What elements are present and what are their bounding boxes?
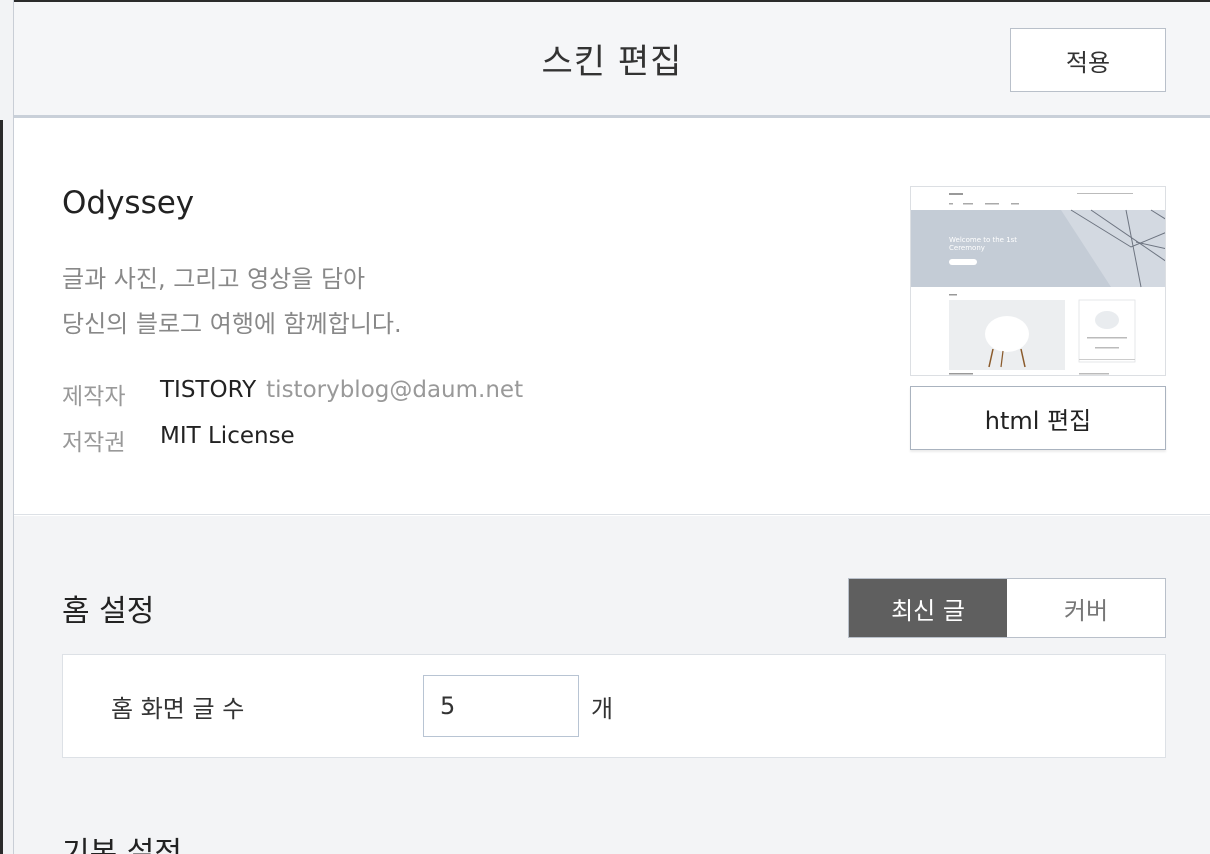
- left-divider: [0, 120, 3, 854]
- post-count-unit: 개: [591, 695, 614, 723]
- toggle-option-latest-posts[interactable]: 최신 글: [849, 579, 1007, 637]
- settings-section: 홈 설정 최신 글 커버 홈 화면 글 수 개 기본 설정: [14, 516, 1210, 854]
- skin-name: Odyssey: [62, 185, 195, 221]
- license-row: 저작권 MIT License: [62, 423, 295, 457]
- license-value: MIT License: [160, 423, 295, 449]
- author-name: TISTORY: [160, 377, 257, 403]
- author-row: 제작자 TISTORY tistoryblog@daum.net: [62, 377, 523, 411]
- apply-button[interactable]: 적용: [1010, 28, 1166, 92]
- home-type-toggle: 최신 글 커버: [848, 578, 1166, 638]
- home-settings-title: 홈 설정: [62, 594, 155, 629]
- skin-description: 글과 사진, 그리고 영상을 담아 당신의 블로그 여행에 함께합니다.: [62, 257, 402, 347]
- toggle-option-cover[interactable]: 커버: [1007, 579, 1165, 637]
- post-count-setting: 홈 화면 글 수 개: [62, 654, 1166, 758]
- skin-description-line: 글과 사진, 그리고 영상을 담아: [62, 265, 366, 293]
- skin-description-line: 당신의 블로그 여행에 함께합니다.: [62, 310, 402, 338]
- skin-edit-header: 스킨 편집 적용: [14, 2, 1210, 118]
- author-email: tistoryblog@daum.net: [266, 377, 524, 403]
- skin-thumbnail: Welcome to the 1st Ceremony: [910, 186, 1166, 376]
- left-side-strip: [0, 0, 14, 854]
- post-count-label: 홈 화면 글 수: [111, 695, 245, 723]
- author-key: 제작자: [62, 384, 126, 410]
- skin-info-panel: Odyssey 글과 사진, 그리고 영상을 담아 당신의 블로그 여행에 함께…: [14, 121, 1210, 515]
- basic-settings-title: 기본 설정: [62, 836, 182, 854]
- license-key: 저작권: [62, 430, 126, 456]
- html-edit-button[interactable]: html 편집: [910, 386, 1166, 450]
- post-count-input[interactable]: [423, 675, 579, 737]
- thumbnail-hero-text: Ceremony: [949, 244, 985, 252]
- skin-preview-image: Welcome to the 1st Ceremony: [911, 187, 1165, 375]
- thumbnail-hero-text: Welcome to the 1st: [949, 236, 1017, 244]
